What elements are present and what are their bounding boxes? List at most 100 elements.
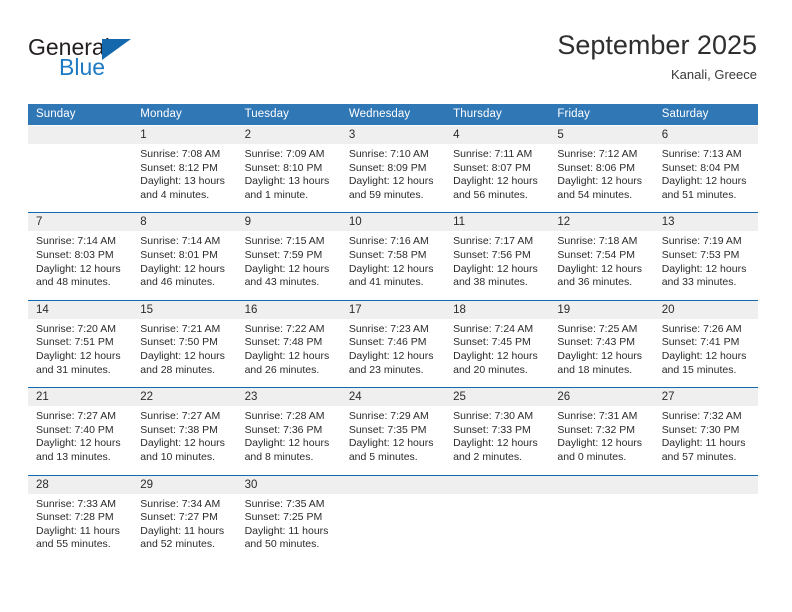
day-number: 5 <box>549 126 654 144</box>
calendar-day-cell[interactable]: 19 Sunrise: 7:25 AM Sunset: 7:43 PM Dayligh… <box>549 299 654 388</box>
day-number: 11 <box>445 213 550 232</box>
calendar-day-cell[interactable]: 17 Sunrise: 7:23 AM Sunset: 7:46 PM Dayligh… <box>340 299 446 388</box>
sunrise-text: Sunrise: 7:34 AM <box>140 497 221 510</box>
sunset-text: Sunset: 7:38 PM <box>140 423 218 436</box>
sunrise-text: Sunrise: 7:16 AM <box>348 235 429 248</box>
day-details: Sunrise: 7:33 AM Sunset: 7:28 PM Daylight:… <box>28 494 132 562</box>
calendar-day-cell[interactable]: 25 Sunrise: 7:30 AM Sunset: 7:33 PM Dayligh… <box>445 387 550 475</box>
sunrise-text: Sunrise: 7:35 AM <box>244 497 325 510</box>
daylight-text: and 26 minutes. <box>244 363 320 376</box>
day-details: Sunrise: 7:35 AM Sunset: 7:25 PM Daylight:… <box>237 494 341 562</box>
day-number: 6 <box>653 126 758 144</box>
daylight-text: and 23 minutes. <box>348 363 424 376</box>
sunrise-text: Sunrise: 7:23 AM <box>348 322 429 335</box>
daylight-text: Daylight: 11 hours <box>661 437 746 450</box>
calendar-day-cell[interactable]: 13 Sunrise: 7:19 AM Sunset: 7:53 PM Dayligh… <box>653 212 758 301</box>
sunrise-text: Sunrise: 7:08 AM <box>140 148 221 160</box>
sunset-text: Sunset: 7:53 PM <box>661 248 740 261</box>
day-details: Sunrise: 7:30 AM Sunset: 7:33 PM Daylight:… <box>445 406 549 474</box>
sunset-text: Sunset: 7:58 PM <box>348 248 427 261</box>
daylight-text: and 52 minutes. <box>140 538 215 551</box>
day-details: Sunrise: 7:34 AM Sunset: 7:27 PM Daylight:… <box>132 494 236 562</box>
weekday-header-sunday: Sunday <box>28 104 133 126</box>
calendar-day-cell[interactable]: 8 Sunrise: 7:14 AM Sunset: 8:01 PM Daylight… <box>132 212 237 301</box>
calendar-day-cell[interactable]: 18 Sunrise: 7:24 AM Sunset: 7:45 PM Dayligh… <box>445 299 550 388</box>
sunset-text: Sunset: 8:07 PM <box>453 161 531 174</box>
sunrise-text: Sunrise: 7:20 AM <box>36 322 116 335</box>
day-number: 13 <box>653 213 758 232</box>
sunset-text: Sunset: 7:35 PM <box>348 423 427 436</box>
day-details: Sunrise: 7:16 AM Sunset: 7:58 PM Daylight:… <box>341 231 445 299</box>
day-details <box>549 494 653 562</box>
day-details: Sunrise: 7:14 AM Sunset: 8:01 PM Daylight:… <box>132 231 236 299</box>
calendar-day-cell[interactable]: 22 Sunrise: 7:27 AM Sunset: 7:38 PM Dayligh… <box>132 387 237 475</box>
calendar-cell-empty <box>340 474 446 562</box>
calendar-day-cell[interactable]: 26 Sunrise: 7:31 AM Sunset: 7:32 PM Dayligh… <box>549 387 654 475</box>
sunrise-text: Sunrise: 7:09 AM <box>244 148 325 160</box>
day-number: 30 <box>236 475 341 494</box>
day-details: Sunrise: 7:10 AM Sunset: 8:09 PM Daylight:… <box>341 144 445 212</box>
day-details: Sunrise: 7:31 AM Sunset: 7:32 PM Daylight:… <box>549 406 653 474</box>
calendar-day-cell[interactable]: 3 Sunrise: 7:10 AM Sunset: 8:09 PM Daylight… <box>340 124 446 213</box>
calendar-day-cell[interactable]: 4 Sunrise: 7:11 AM Sunset: 8:07 PM Daylight… <box>445 124 550 213</box>
calendar-day-cell[interactable]: 16 Sunrise: 7:22 AM Sunset: 7:48 PM Dayligh… <box>236 299 341 388</box>
sunset-text: Sunset: 8:03 PM <box>36 248 114 261</box>
calendar-day-cell[interactable]: 24 Sunrise: 7:29 AM Sunset: 7:35 PM Dayligh… <box>340 387 446 475</box>
daylight-text: and 43 minutes. <box>244 276 320 289</box>
daylight-text: and 10 minutes. <box>140 450 215 463</box>
calendar-day-cell[interactable]: 14 Sunrise: 7:20 AM Sunset: 7:51 PM Dayligh… <box>28 299 133 388</box>
day-details: Sunrise: 7:29 AM Sunset: 7:35 PM Daylight:… <box>341 406 445 474</box>
calendar-day-cell[interactable]: 30 Sunrise: 7:35 AM Sunset: 7:25 PM Dayligh… <box>236 474 341 562</box>
sunrise-text: Sunrise: 7:13 AM <box>661 148 742 160</box>
sunset-text: Sunset: 7:36 PM <box>244 423 323 436</box>
calendar-day-cell[interactable]: 23 Sunrise: 7:28 AM Sunset: 7:36 PM Dayligh… <box>236 387 341 475</box>
sunset-text: Sunset: 7:32 PM <box>557 423 636 436</box>
brand-logo[interactable]: General Blue <box>28 34 228 86</box>
calendar-day-cell[interactable]: 12 Sunrise: 7:18 AM Sunset: 7:54 PM Dayligh… <box>549 212 654 301</box>
calendar-day-cell[interactable]: 28 Sunrise: 7:33 AM Sunset: 7:28 PM Dayligh… <box>28 474 133 562</box>
calendar-cell-empty <box>445 474 550 562</box>
day-number: 1 <box>132 126 237 144</box>
calendar-week-row: 14 Sunrise: 7:20 AM Sunset: 7:51 PM Dayligh… <box>28 299 758 388</box>
calendar-grid: Sunday Monday Tuesday Wednesday Thursday Frid… <box>28 104 758 562</box>
calendar-day-cell[interactable]: 27 Sunrise: 7:32 AM Sunset: 7:30 PM Dayligh… <box>653 387 758 475</box>
daylight-text: Daylight: 12 hours <box>244 437 330 450</box>
daylight-text: Daylight: 12 hours <box>661 349 747 362</box>
calendar-day-cell[interactable]: 6 Sunrise: 7:13 AM Sunset: 8:04 PM Daylight… <box>653 124 758 213</box>
sunrise-text: Sunrise: 7:17 AM <box>453 235 534 248</box>
calendar-day-cell[interactable]: 21 Sunrise: 7:27 AM Sunset: 7:40 PM Dayligh… <box>28 387 133 475</box>
daylight-text: Daylight: 12 hours <box>36 437 121 450</box>
day-number: 7 <box>28 213 133 232</box>
sunset-text: Sunset: 7:43 PM <box>557 336 636 349</box>
daylight-text: and 54 minutes. <box>557 188 633 201</box>
daylight-text: and 31 minutes. <box>36 363 111 376</box>
calendar-day-cell[interactable]: 7 Sunrise: 7:14 AM Sunset: 8:03 PM Daylight… <box>28 212 133 301</box>
day-number: 16 <box>236 300 341 319</box>
calendar-day-cell[interactable]: 10 Sunrise: 7:16 AM Sunset: 7:58 PM Dayligh… <box>340 212 446 301</box>
sunrise-text: Sunrise: 7:12 AM <box>557 148 638 160</box>
daylight-text: Daylight: 12 hours <box>557 175 643 188</box>
day-details: Sunrise: 7:22 AM Sunset: 7:48 PM Daylight:… <box>237 319 341 387</box>
sunset-text: Sunset: 7:46 PM <box>348 336 427 349</box>
calendar-day-cell[interactable]: 1 Sunrise: 7:08 AM Sunset: 8:12 PM Daylight… <box>132 124 237 213</box>
page-header: General Blue September 2025 Kanali, Gree… <box>28 28 757 92</box>
calendar-day-cell[interactable]: 9 Sunrise: 7:15 AM Sunset: 7:59 PM Daylight… <box>236 212 341 301</box>
sunrise-text: Sunrise: 7:24 AM <box>453 322 534 335</box>
daylight-text: Daylight: 11 hours <box>140 524 225 537</box>
calendar-day-cell[interactable]: 15 Sunrise: 7:21 AM Sunset: 7:50 PM Dayligh… <box>132 299 237 388</box>
day-details: Sunrise: 7:08 AM Sunset: 8:12 PM Daylight:… <box>132 144 236 212</box>
daylight-text: and 2 minutes. <box>453 450 523 463</box>
calendar-week-row: 28 Sunrise: 7:33 AM Sunset: 7:28 PM Dayligh… <box>28 474 758 562</box>
day-number: 24 <box>340 388 446 407</box>
calendar-week-row: 21 Sunrise: 7:27 AM Sunset: 7:40 PM Dayligh… <box>28 387 758 475</box>
calendar-day-cell[interactable]: 5 Sunrise: 7:12 AM Sunset: 8:06 PM Daylight… <box>549 124 654 213</box>
calendar-day-cell[interactable]: 20 Sunrise: 7:26 AM Sunset: 7:41 PM Dayligh… <box>653 299 758 388</box>
day-number: 27 <box>653 388 758 407</box>
calendar-day-cell[interactable]: 29 Sunrise: 7:34 AM Sunset: 7:27 PM Dayligh… <box>132 474 237 562</box>
calendar-day-cell[interactable]: 11 Sunrise: 7:17 AM Sunset: 7:56 PM Dayligh… <box>445 212 550 301</box>
page-title: September 2025 <box>557 30 757 60</box>
calendar-day-cell[interactable]: 2 Sunrise: 7:09 AM Sunset: 8:10 PM Daylight… <box>236 124 341 213</box>
title-block: September 2025 Kanali, Greece <box>557 28 757 84</box>
day-number: 26 <box>549 388 654 407</box>
sunset-text: Sunset: 8:06 PM <box>557 161 636 174</box>
